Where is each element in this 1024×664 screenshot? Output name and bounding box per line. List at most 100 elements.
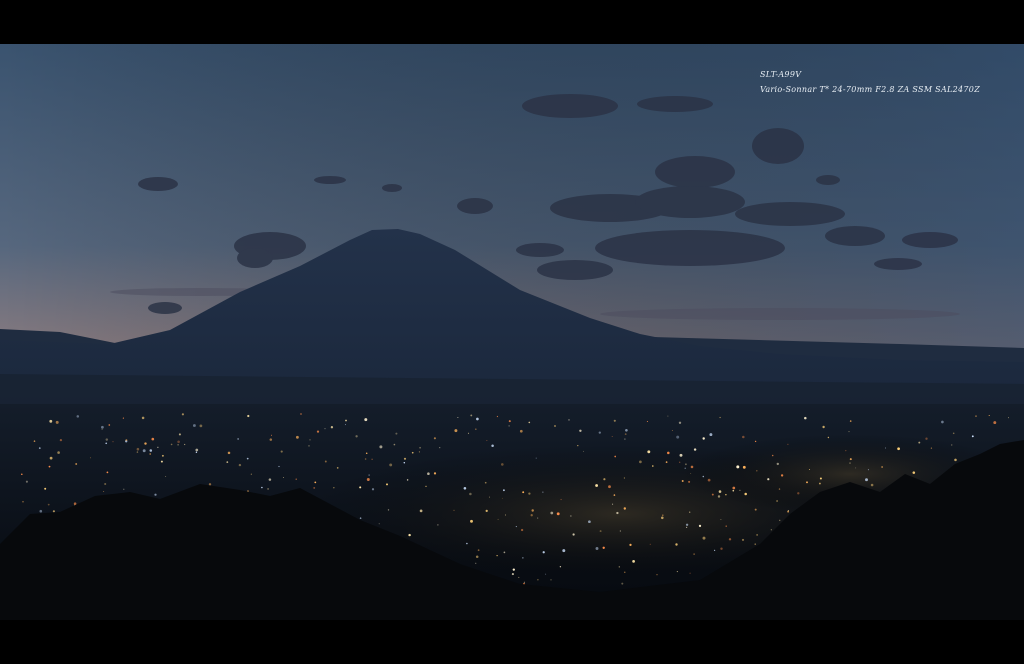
city-light bbox=[582, 450, 584, 452]
city-light bbox=[466, 542, 468, 545]
city-light bbox=[503, 551, 506, 554]
city-light bbox=[778, 488, 781, 490]
city-light bbox=[192, 424, 196, 427]
city-light bbox=[676, 571, 678, 573]
city-light bbox=[419, 509, 423, 513]
city-light bbox=[689, 511, 691, 513]
city-light bbox=[359, 517, 362, 519]
city-light bbox=[411, 451, 414, 454]
city-light bbox=[684, 467, 686, 469]
city-light bbox=[324, 460, 327, 463]
city-light bbox=[689, 572, 691, 574]
city-light bbox=[568, 419, 570, 421]
city-light bbox=[652, 465, 654, 467]
city-light bbox=[105, 438, 109, 441]
city-light bbox=[470, 414, 473, 417]
city-light bbox=[709, 433, 713, 437]
city-light bbox=[739, 489, 741, 492]
city-light bbox=[267, 487, 270, 490]
city-light bbox=[49, 419, 53, 423]
city-light bbox=[579, 429, 582, 433]
city-light bbox=[199, 424, 203, 428]
city-light bbox=[125, 439, 128, 442]
city-light bbox=[154, 493, 157, 496]
city-light bbox=[614, 455, 617, 458]
city-light bbox=[364, 418, 368, 422]
city-light bbox=[612, 503, 614, 505]
city-light bbox=[282, 476, 285, 479]
city-light bbox=[678, 421, 682, 424]
city-light bbox=[662, 514, 664, 516]
city-light bbox=[271, 434, 272, 436]
city-light bbox=[484, 481, 487, 484]
city-light bbox=[496, 554, 498, 557]
city-light bbox=[885, 447, 886, 449]
city-light bbox=[848, 431, 850, 433]
city-light bbox=[711, 493, 714, 496]
city-light bbox=[39, 509, 43, 513]
city-light bbox=[806, 481, 808, 484]
city-light bbox=[770, 529, 772, 531]
city-light bbox=[690, 473, 692, 475]
city-light bbox=[33, 440, 36, 442]
city-light bbox=[676, 435, 680, 439]
city-light bbox=[226, 461, 229, 463]
city-light bbox=[309, 439, 311, 441]
city-light bbox=[535, 457, 537, 459]
city-light bbox=[76, 415, 80, 418]
city-light bbox=[519, 429, 523, 433]
city-light bbox=[515, 526, 517, 528]
city-light bbox=[208, 483, 212, 486]
city-light bbox=[756, 534, 758, 536]
city-light bbox=[588, 520, 591, 524]
city-light bbox=[804, 416, 807, 420]
city-light bbox=[170, 443, 173, 446]
city-light bbox=[454, 429, 458, 433]
city-light bbox=[649, 543, 651, 545]
city-light bbox=[690, 465, 694, 469]
city-light bbox=[177, 444, 179, 446]
city-light bbox=[508, 425, 510, 427]
city-light bbox=[623, 507, 626, 510]
city-light bbox=[48, 465, 51, 468]
city-light bbox=[488, 496, 490, 498]
city-light bbox=[941, 420, 944, 424]
city-light bbox=[528, 421, 531, 424]
city-light bbox=[624, 571, 626, 573]
city-light bbox=[624, 433, 627, 435]
city-light bbox=[954, 458, 957, 462]
city-light bbox=[667, 451, 670, 455]
city-light bbox=[619, 530, 621, 532]
city-light bbox=[104, 482, 107, 486]
city-light bbox=[161, 454, 164, 457]
city-light bbox=[344, 424, 346, 426]
city-light bbox=[247, 414, 250, 418]
city-light bbox=[195, 451, 198, 454]
city-light bbox=[870, 483, 874, 487]
city-light bbox=[501, 497, 503, 499]
city-light bbox=[136, 447, 140, 451]
city-light bbox=[181, 413, 184, 416]
city-light bbox=[523, 581, 525, 583]
city-light bbox=[787, 510, 789, 513]
city-light bbox=[368, 474, 370, 476]
city-light bbox=[227, 451, 231, 455]
city-light bbox=[136, 451, 139, 453]
city-light bbox=[646, 420, 648, 423]
city-light bbox=[971, 435, 974, 438]
city-light bbox=[849, 462, 851, 464]
city-light bbox=[698, 524, 702, 528]
city-light bbox=[333, 487, 335, 489]
city-light bbox=[531, 509, 534, 512]
city-light bbox=[554, 425, 556, 427]
city-light bbox=[425, 485, 427, 487]
city-light bbox=[572, 533, 575, 536]
city-light bbox=[925, 437, 928, 440]
city-light bbox=[49, 456, 53, 460]
city-light bbox=[767, 478, 770, 481]
city-light bbox=[667, 415, 669, 417]
city-light bbox=[849, 458, 852, 461]
city-light bbox=[732, 489, 735, 492]
city-light bbox=[679, 461, 681, 463]
city-light bbox=[522, 557, 524, 559]
